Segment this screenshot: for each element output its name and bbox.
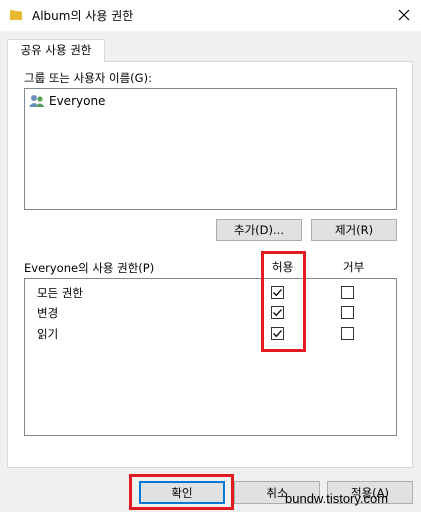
window-title: Album의 사용 권한 (32, 9, 134, 23)
list-item[interactable]: Everyone (29, 93, 105, 109)
deny-checkbox-full-control[interactable] (341, 286, 354, 299)
permission-full-control: 모든 권한 (37, 286, 83, 300)
add-button[interactable]: 추가(D)... (216, 219, 302, 241)
permissions-list (24, 278, 397, 436)
close-icon (398, 9, 410, 21)
watermark: bundw.tistory.com (285, 491, 389, 506)
remove-button[interactable]: 제거(R) (311, 219, 397, 241)
ok-button-highlight (129, 474, 234, 510)
group-list-label: 그룹 또는 사용자 이름(G): (24, 71, 152, 85)
folder-icon (10, 10, 22, 20)
permission-read: 읽기 (37, 327, 59, 341)
permissions-label: Everyone의 사용 권한(P) (24, 261, 155, 275)
deny-checkbox-read[interactable] (341, 327, 354, 340)
permission-change: 변경 (37, 306, 59, 320)
allow-column-highlight (261, 251, 306, 352)
tab-share-permissions[interactable]: 공유 사용 권한 (7, 39, 105, 62)
users-icon (29, 95, 45, 107)
deny-checkbox-change[interactable] (341, 306, 354, 319)
close-button[interactable] (390, 2, 418, 28)
group-user-list[interactable]: Everyone (24, 88, 397, 210)
deny-header: 거부 (343, 260, 365, 274)
user-name: Everyone (49, 94, 106, 108)
